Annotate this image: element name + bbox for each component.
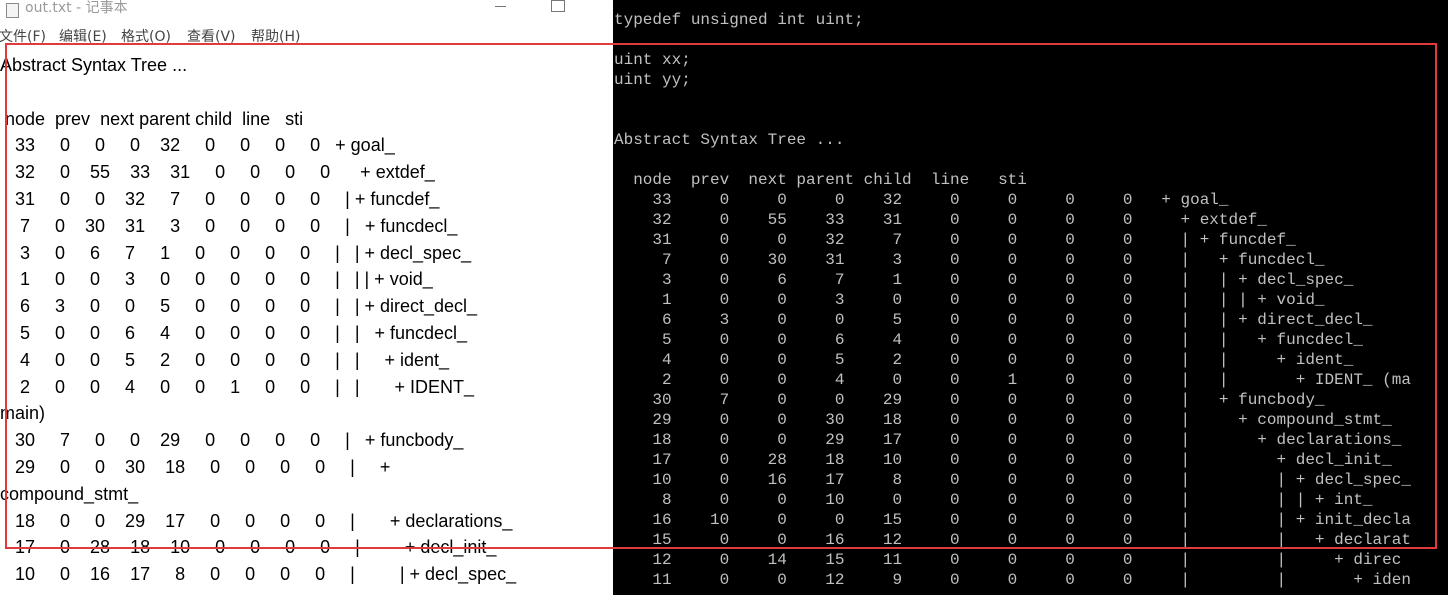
menu-bar: 文件(F) 编辑(E) 格式(O) 查看(V) 帮助(H) xyxy=(0,27,613,47)
console-line: 18 0 0 29 17 0 0 0 0 | + declarations_ xyxy=(614,431,1402,449)
console-line: 10 0 16 17 8 0 0 0 0 | | + decl_spec_ xyxy=(614,471,1411,489)
notepad-line: 3 0 6 7 1 0 0 0 0 | | + decl_spec_ xyxy=(0,242,472,263)
console-line: 30 7 0 0 29 0 0 0 0 | + funcbody_ xyxy=(614,391,1325,409)
notepad-title-bar[interactable]: out.txt - 记事本 xyxy=(0,0,613,22)
notepad-line: 10 0 16 17 8 0 0 0 0 | | + decl_spec_ xyxy=(0,564,517,585)
console-line: 11 0 0 12 9 0 0 0 0 | | + iden xyxy=(614,571,1411,589)
notepad-line: compound_stmt_ xyxy=(0,483,139,504)
window-title: out.txt - 记事本 xyxy=(25,0,128,16)
menu-file[interactable]: 文件(F) xyxy=(0,27,46,47)
notepad-line: 1 0 0 3 0 0 0 0 0 | | | + void_ xyxy=(0,269,433,290)
console-line: 16 10 0 0 15 0 0 0 0 | | + init_decla xyxy=(614,511,1411,529)
console-line: 12 0 14 15 11 0 0 0 0 | | + direc xyxy=(614,551,1402,569)
document-icon xyxy=(6,3,19,18)
console-line: 4 0 0 5 2 0 0 0 0 | | + ident_ xyxy=(614,351,1354,369)
notepad-line: 6 3 0 0 5 0 0 0 0 | | + direct_decl_ xyxy=(0,296,478,317)
notepad-line: 7 0 30 31 3 0 0 0 0 | + funcdecl_ xyxy=(0,215,458,236)
console-line: 17 0 28 18 10 0 0 0 0 | + decl_init_ xyxy=(614,451,1392,469)
notepad-line: main) xyxy=(0,403,46,424)
console-line: uint xx; xyxy=(614,51,691,69)
console-output: typedef unsigned int uint; uint xx; uint … xyxy=(614,10,1411,590)
console-line: Abstract Syntax Tree ... xyxy=(614,131,845,149)
notepad-line: 29 0 0 30 18 0 0 0 0 | + xyxy=(0,456,391,477)
console-line: uint yy; xyxy=(614,71,691,89)
notepad-line: 5 0 0 6 4 0 0 0 0 | | + funcdecl_ xyxy=(0,322,468,343)
notepad-line: Abstract Syntax Tree ... xyxy=(0,55,188,75)
notepad-line: node prev next parent child line sti xyxy=(0,108,304,129)
notepad-line: 30 7 0 0 29 0 0 0 0 | + funcbody_ xyxy=(0,430,464,451)
console-line: 3 0 6 7 1 0 0 0 0 | | + decl_spec_ xyxy=(614,271,1354,289)
notepad-line xyxy=(0,79,613,106)
console-line: 8 0 0 10 0 0 0 0 0 | | | + int_ xyxy=(614,491,1373,509)
menu-edit[interactable]: 编辑(E) xyxy=(59,27,107,47)
notepad-line: 18 0 0 29 17 0 0 0 0 | + declarations_ xyxy=(0,510,513,531)
console-line: 1 0 0 3 0 0 0 0 0 | | | + void_ xyxy=(614,291,1325,309)
console-line: node prev next parent child line sti xyxy=(614,171,1027,189)
notepad-line: 31 0 0 32 7 0 0 0 0 | + funcdef_ xyxy=(0,188,440,209)
minimize-icon[interactable] xyxy=(494,0,508,14)
maximize-icon[interactable] xyxy=(551,0,565,12)
menu-help[interactable]: 帮助(H) xyxy=(251,27,300,47)
notepad-line: 17 0 28 18 10 0 0 0 0 | + decl_init_ xyxy=(0,537,497,558)
notepad-line: 2 0 0 4 0 0 1 0 0 | | + IDENT_ xyxy=(0,376,475,397)
console-line: 2 0 0 4 0 0 1 0 0 | | + IDENT_ (ma xyxy=(614,371,1411,389)
console-line: 7 0 30 31 3 0 0 0 0 | + funcdecl_ xyxy=(614,251,1325,269)
console-line: 6 3 0 0 5 0 0 0 0 | | + direct_decl_ xyxy=(614,311,1373,329)
console-line: 15 0 0 16 12 0 0 0 0 | | + declarat xyxy=(614,531,1411,549)
menu-view[interactable]: 查看(V) xyxy=(187,27,236,47)
notepad-line: 4 0 0 5 2 0 0 0 0 | | + ident_ xyxy=(0,349,450,370)
notepad-line: 33 0 0 0 32 0 0 0 0 + goal_ xyxy=(0,135,395,156)
console-line: 5 0 0 6 4 0 0 0 0 | | + funcdecl_ xyxy=(614,331,1363,349)
notepad-line: 32 0 55 33 31 0 0 0 0 + extdef_ xyxy=(0,162,435,183)
notepad-window: out.txt - 记事本 文件(F) 编辑(E) 格式(O) 查看(V) 帮助… xyxy=(0,0,613,595)
menu-format[interactable]: 格式(O) xyxy=(121,27,171,47)
console-line: typedef unsigned int uint; xyxy=(614,11,864,29)
console-line: 29 0 0 30 18 0 0 0 0 | + compound_stmt_ xyxy=(614,411,1392,429)
console-window: typedef unsigned int uint; uint xx; uint … xyxy=(613,0,1448,595)
console-line: 32 0 55 33 31 0 0 0 0 + extdef_ xyxy=(614,211,1267,229)
notepad-text-area[interactable]: Abstract Syntax Tree ... node prev next … xyxy=(0,52,613,595)
console-line: 33 0 0 0 32 0 0 0 0 + goal_ xyxy=(614,191,1229,209)
console-line: 31 0 0 32 7 0 0 0 0 | + funcdef_ xyxy=(614,231,1296,249)
